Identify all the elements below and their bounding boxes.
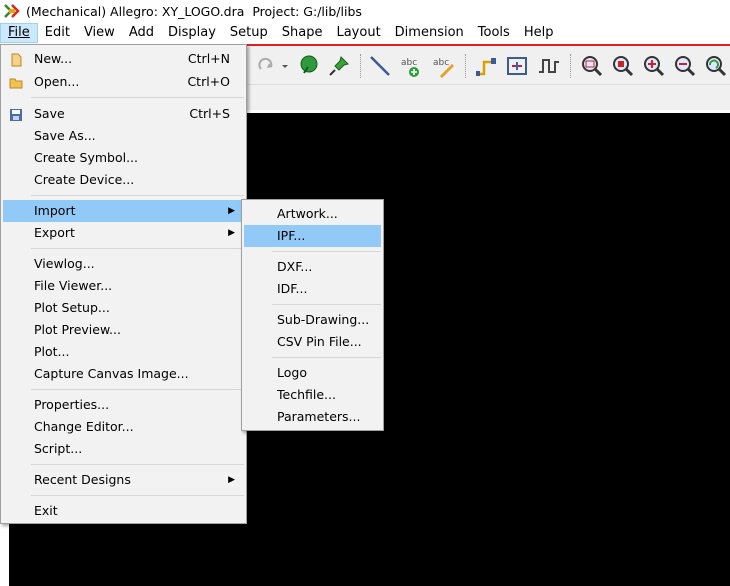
file-menu-item-script[interactable]: Script... bbox=[3, 438, 244, 460]
file-menu-item-viewlog[interactable]: Viewlog... bbox=[3, 253, 244, 275]
toolbar-separator bbox=[465, 54, 466, 78]
file-menu-item-open[interactable]: Open... Ctrl+O bbox=[3, 71, 244, 93]
route-connect-icon[interactable] bbox=[474, 54, 498, 78]
menu-separator bbox=[31, 495, 244, 496]
zoom-out-icon[interactable] bbox=[673, 54, 697, 78]
menu-view[interactable]: View bbox=[77, 23, 122, 43]
menu-tools[interactable]: Tools bbox=[471, 23, 517, 43]
file-menu-item-plot[interactable]: Plot... bbox=[3, 341, 244, 363]
import-item-techfile[interactable]: Techfile... bbox=[244, 384, 381, 406]
menu-dimension[interactable]: Dimension bbox=[388, 23, 471, 43]
dropdown-arrow-icon[interactable] bbox=[280, 54, 290, 78]
submenu-arrow-icon: ▶ bbox=[228, 228, 235, 238]
file-menu-dropdown: New... Ctrl+N Open... Ctrl+O Save Ctrl+S… bbox=[0, 44, 247, 524]
menu-file[interactable]: File bbox=[0, 23, 38, 43]
import-item-logo[interactable]: Logo bbox=[244, 362, 381, 384]
menu-separator bbox=[31, 195, 244, 196]
pick-icon[interactable] bbox=[297, 54, 321, 78]
toolbar-separator bbox=[360, 54, 361, 78]
file-menu-item-exit[interactable]: Exit bbox=[3, 500, 244, 522]
menu-separator bbox=[31, 389, 244, 390]
zoom-in-icon[interactable] bbox=[580, 54, 604, 78]
pin-icon[interactable] bbox=[327, 54, 351, 78]
file-menu-item-create-device[interactable]: Create Device... bbox=[3, 169, 244, 191]
svg-text:abc: abc bbox=[401, 58, 417, 68]
add-line-icon[interactable] bbox=[368, 54, 392, 78]
menu-separator bbox=[31, 97, 244, 98]
menu-separator bbox=[31, 464, 244, 465]
import-item-ipf[interactable]: IPF... bbox=[244, 225, 381, 247]
open-folder-icon bbox=[9, 75, 23, 89]
import-item-idf[interactable]: IDF... bbox=[244, 278, 381, 300]
file-menu-item-change-editor[interactable]: Change Editor... bbox=[3, 416, 244, 438]
toolbar-separator bbox=[570, 54, 571, 78]
menu-shape[interactable]: Shape bbox=[275, 23, 330, 43]
menu-display[interactable]: Display bbox=[161, 23, 223, 43]
submenu-arrow-icon: ▶ bbox=[228, 206, 235, 216]
menu-layout[interactable]: Layout bbox=[329, 23, 387, 43]
import-item-csv-pin-file[interactable]: CSV Pin File... bbox=[244, 331, 381, 353]
file-menu-item-file-viewer[interactable]: File Viewer... bbox=[3, 275, 244, 297]
menu-separator bbox=[272, 304, 381, 305]
title-bar: (Mechanical) Allegro: XY_LOGO.dra Projec… bbox=[0, 0, 730, 22]
menu-separator bbox=[272, 251, 381, 252]
import-item-sub-drawing[interactable]: Sub-Drawing... bbox=[244, 309, 381, 331]
menu-setup[interactable]: Setup bbox=[223, 23, 275, 43]
edit-text-icon[interactable]: abc bbox=[432, 54, 456, 78]
menu-add[interactable]: Add bbox=[122, 23, 161, 43]
menu-separator bbox=[31, 248, 244, 249]
window-title: (Mechanical) Allegro: XY_LOGO.dra Projec… bbox=[26, 3, 362, 19]
menu-separator bbox=[272, 357, 381, 358]
redo-icon[interactable] bbox=[255, 54, 279, 78]
file-menu-item-export[interactable]: Export ▶ bbox=[3, 222, 244, 244]
delay-tune-icon[interactable] bbox=[537, 54, 561, 78]
file-menu-item-recent-designs[interactable]: Recent Designs ▶ bbox=[3, 469, 244, 491]
file-menu-item-save-as[interactable]: Save As... bbox=[3, 125, 244, 147]
import-submenu: Artwork... IPF... DXF... IDF... Sub-Draw… bbox=[241, 199, 384, 431]
submenu-arrow-icon: ▶ bbox=[228, 475, 235, 485]
menu-bar: File Edit View Add Display Setup Shape L… bbox=[0, 22, 730, 44]
zoom-in-plus-icon[interactable] bbox=[642, 54, 666, 78]
slide-icon[interactable] bbox=[505, 54, 529, 78]
zoom-previous-icon[interactable] bbox=[704, 54, 728, 78]
menu-edit[interactable]: Edit bbox=[38, 23, 77, 43]
svg-text:abc: abc bbox=[433, 58, 449, 68]
save-disk-icon bbox=[9, 107, 23, 121]
add-text-icon[interactable]: abc bbox=[400, 54, 424, 78]
file-menu-item-import[interactable]: Import ▶ bbox=[3, 200, 244, 222]
import-item-parameters[interactable]: Parameters... bbox=[244, 406, 381, 428]
file-menu-item-properties[interactable]: Properties... bbox=[3, 394, 244, 416]
menu-help[interactable]: Help bbox=[517, 23, 561, 43]
new-file-icon bbox=[9, 52, 23, 67]
file-menu-item-new[interactable]: New... Ctrl+N bbox=[3, 48, 244, 70]
import-item-dxf[interactable]: DXF... bbox=[244, 256, 381, 278]
file-menu-item-capture-canvas-image[interactable]: Capture Canvas Image... bbox=[3, 363, 244, 385]
file-menu-item-save[interactable]: Save Ctrl+S bbox=[3, 103, 244, 125]
zoom-fit-icon[interactable] bbox=[611, 54, 635, 78]
file-menu-item-create-symbol[interactable]: Create Symbol... bbox=[3, 147, 244, 169]
import-item-artwork[interactable]: Artwork... bbox=[244, 203, 381, 225]
allegro-app-icon bbox=[4, 3, 20, 19]
file-menu-item-plot-setup[interactable]: Plot Setup... bbox=[3, 297, 244, 319]
file-menu-item-plot-preview[interactable]: Plot Preview... bbox=[3, 319, 244, 341]
